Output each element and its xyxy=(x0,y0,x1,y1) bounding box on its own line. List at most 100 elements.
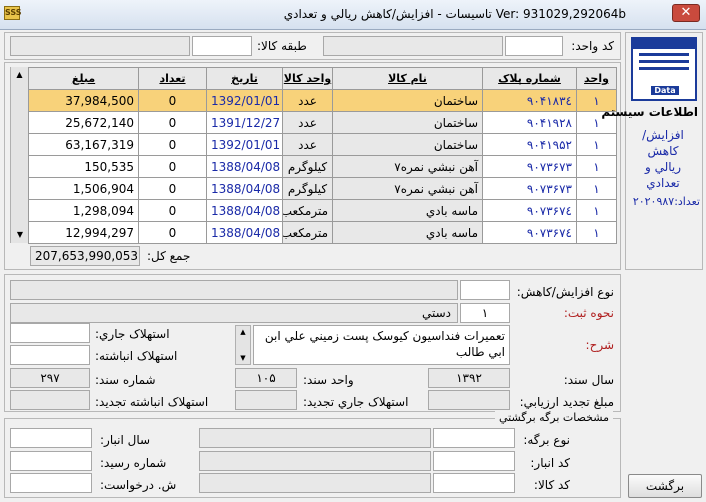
side-panel: Data اطلاعات سيستم افزايش/ کاهش ريالي و … xyxy=(601,32,703,270)
return-slip-title: مشخصات برگه برگشتي xyxy=(495,411,613,424)
scroll-down-icon[interactable]: ▼ xyxy=(236,352,250,364)
cell-date[interactable]: 1391/12/27 xyxy=(206,111,283,134)
cell-uom[interactable]: کيلوگرم xyxy=(282,177,333,200)
cell-qty[interactable]: 0 xyxy=(138,199,207,222)
current-depreciation-label: استهلاک جاري: xyxy=(95,327,170,341)
cell-amount[interactable]: 63,167,319 xyxy=(28,133,139,156)
cell-qty[interactable]: 0 xyxy=(138,133,207,156)
cell-uom[interactable]: عدد xyxy=(282,89,333,112)
cell-uom[interactable]: عدد xyxy=(282,133,333,156)
cell-amount[interactable]: 25,672,140 xyxy=(28,111,139,134)
cell-date[interactable]: 1388/04/08 xyxy=(206,177,283,200)
table-row[interactable]: 37,984,500 0 1392/01/01 عدد ساختمان ۹۰۴۱۸۳٤ ۱ xyxy=(28,89,617,112)
description-scrollbar[interactable]: ▲ ▼ xyxy=(235,325,251,365)
cell-amount[interactable]: 1,298,094 xyxy=(28,199,139,222)
header-panel: کد واحد: طبقه کالا: xyxy=(4,32,621,60)
data-icon-caption: Data xyxy=(651,86,679,95)
close-button[interactable]: ✕ xyxy=(672,4,700,22)
cell-amount[interactable]: 1,506,904 xyxy=(28,177,139,200)
unit-code-input[interactable] xyxy=(505,36,563,56)
cell-date[interactable]: 1388/04/08 xyxy=(206,199,283,222)
cell-plate[interactable]: ۹۰۴۱۹۵۲ xyxy=(482,133,577,156)
col-unit[interactable]: واحد xyxy=(576,67,617,90)
goods-class-input[interactable] xyxy=(192,36,252,56)
slip-type-name xyxy=(199,428,431,448)
table-header: مبلغ تعداد تاریخ واحد کالا نام کالا شمار… xyxy=(28,67,617,90)
register-method-code[interactable]: ۱ xyxy=(460,303,510,323)
cell-uom[interactable]: عدد xyxy=(282,111,333,134)
cell-name[interactable]: ساختمان xyxy=(332,89,483,112)
cell-unit[interactable]: ۱ xyxy=(576,133,617,156)
cell-plate[interactable]: ۹۰۷۳۶۷۳ xyxy=(482,177,577,200)
cell-plate[interactable]: ۹۰۷۳۶۷٤ xyxy=(482,199,577,222)
col-amount[interactable]: مبلغ xyxy=(28,67,139,90)
goods-code-input[interactable] xyxy=(433,473,515,493)
description-text: تعميرات فنداسيون کيوسک پست زميني علي ابن… xyxy=(264,329,505,359)
cell-date[interactable]: 1388/04/08 xyxy=(206,221,283,244)
col-qty[interactable]: تعداد xyxy=(138,67,207,90)
request-number-label: ش. درخواست: xyxy=(100,478,177,492)
cell-date[interactable]: 1392/01/01 xyxy=(206,133,283,156)
col-name[interactable]: نام کالا xyxy=(332,67,483,90)
cell-uom[interactable]: کيلوگرم xyxy=(282,155,333,178)
current-depreciation-input[interactable] xyxy=(10,323,90,343)
cell-uom[interactable]: مترمکعب xyxy=(282,221,333,244)
description-textarea[interactable]: تعميرات فنداسيون کيوسک پست زميني علي ابن… xyxy=(253,325,510,365)
cell-uom[interactable]: مترمکعب xyxy=(282,199,333,222)
cell-name[interactable]: ماسه بادي xyxy=(332,221,483,244)
table-row[interactable]: 63,167,319 0 1392/01/01 عدد ساختمان ۹۰۴۱۹۵۲ ۱ xyxy=(28,133,617,156)
accumulated-depreciation-input[interactable] xyxy=(10,345,90,365)
return-button[interactable]: برگشت xyxy=(628,474,702,498)
cell-unit[interactable]: ۱ xyxy=(576,177,617,200)
cell-qty[interactable]: 0 xyxy=(138,155,207,178)
cell-name[interactable]: آهن نبشي نمره۷ xyxy=(332,155,483,178)
table-row[interactable]: 1,298,094 0 1388/04/08 مترمکعب ماسه بادي ۹۰۷۳… xyxy=(28,199,617,222)
change-type-name xyxy=(10,280,458,300)
cell-qty[interactable]: 0 xyxy=(138,221,207,244)
grid-scrollbar[interactable]: ▲ ▼ xyxy=(10,67,28,243)
count-label: تعداد: xyxy=(674,195,700,208)
cell-unit[interactable]: ۱ xyxy=(576,199,617,222)
cell-date[interactable]: 1392/01/01 xyxy=(206,89,283,112)
col-date[interactable]: تاریخ xyxy=(206,67,283,90)
slip-type-input[interactable] xyxy=(433,428,515,448)
description-label: شرح: xyxy=(585,338,614,352)
table-row[interactable]: 150,535 0 1388/04/08 کيلوگرم آهن نبشي نمره۷ ۹… xyxy=(28,155,617,178)
cell-amount[interactable]: 37,984,500 xyxy=(28,89,139,112)
change-type-code[interactable] xyxy=(460,280,510,300)
request-number-input[interactable] xyxy=(10,473,92,493)
scroll-up-icon[interactable]: ▲ xyxy=(236,326,250,338)
warehouse-year-input[interactable] xyxy=(10,428,92,448)
cell-qty[interactable]: 0 xyxy=(138,89,207,112)
cell-unit[interactable]: ۱ xyxy=(576,221,617,244)
unit-code-label: کد واحد: xyxy=(571,39,614,53)
warehouse-code-input[interactable] xyxy=(433,451,515,471)
cell-name[interactable]: ساختمان xyxy=(332,111,483,134)
cell-amount[interactable]: 150,535 xyxy=(28,155,139,178)
title-bar: SSS Ver: 931029,292064b تاسیسات - افزایش… xyxy=(0,0,706,30)
cell-plate[interactable]: ۹۰۴۱۸۳٤ xyxy=(482,89,577,112)
cell-plate[interactable]: ۹۰۷۳۶۷۳ xyxy=(482,155,577,178)
cell-name[interactable]: ساختمان xyxy=(332,133,483,156)
cell-date[interactable]: 1388/04/08 xyxy=(206,155,283,178)
table-row[interactable]: 25,672,140 0 1391/12/27 عدد ساختمان ۹۰۴۱۹۲۸ ۱ xyxy=(28,111,617,134)
scroll-down-icon[interactable]: ▼ xyxy=(11,227,29,243)
table-row[interactable]: 1,506,904 0 1388/04/08 کيلوگرم آهن نبشي نمره… xyxy=(28,177,617,200)
goods-code-name xyxy=(199,473,431,493)
cell-plate[interactable]: ۹۰۴۱۹۲۸ xyxy=(482,111,577,134)
cell-amount[interactable]: 12,994,297 xyxy=(28,221,139,244)
cell-qty[interactable]: 0 xyxy=(138,177,207,200)
col-uom[interactable]: واحد کالا xyxy=(282,67,333,90)
cell-unit[interactable]: ۱ xyxy=(576,155,617,178)
receipt-number-input[interactable] xyxy=(10,451,92,471)
cell-plate[interactable]: ۹۰۷۳۶۷٤ xyxy=(482,221,577,244)
system-info-label[interactable]: اطلاعات سيستم xyxy=(601,105,698,119)
col-plate[interactable]: شماره پلاک xyxy=(482,67,577,90)
doc-number-label: شماره سند: xyxy=(95,373,156,387)
revaluation-accum-dep-label: استهلاک انباشته تجديد: xyxy=(95,395,209,409)
cell-name[interactable]: آهن نبشي نمره۷ xyxy=(332,177,483,200)
scroll-up-icon[interactable]: ▲ xyxy=(11,67,28,83)
cell-name[interactable]: ماسه بادي xyxy=(332,199,483,222)
table-row[interactable]: 12,994,297 0 1388/04/08 مترمکعب ماسه بادي ۹۰۷… xyxy=(28,221,617,244)
cell-qty[interactable]: 0 xyxy=(138,111,207,134)
